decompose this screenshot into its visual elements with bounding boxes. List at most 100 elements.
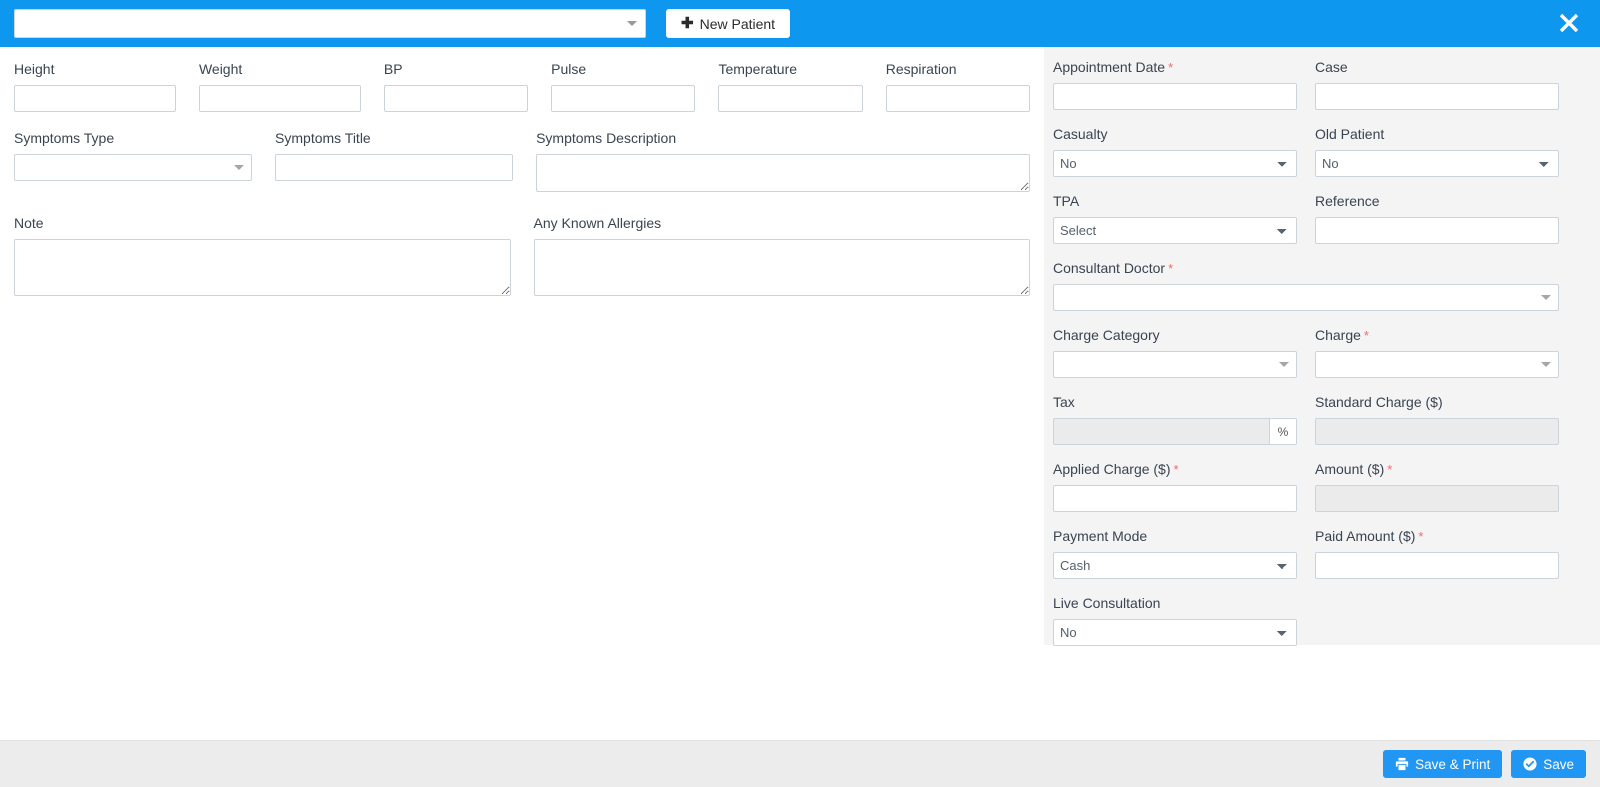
label-charge-text: Charge	[1315, 327, 1361, 343]
label-respiration: Respiration	[886, 61, 1030, 78]
old-patient-select[interactable]: No	[1315, 150, 1559, 177]
appointment-modal: ✚ New Patient Height Weight B	[0, 0, 1600, 787]
label-amount: Amount ($)*	[1315, 461, 1559, 478]
modal-footer: Save & Print Save	[0, 740, 1600, 787]
field-group-charge-category: Charge Category	[1053, 327, 1297, 378]
case-input[interactable]	[1315, 83, 1559, 110]
label-consultant-doctor: Consultant Doctor*	[1053, 260, 1559, 277]
label-live-consultation: Live Consultation	[1053, 595, 1297, 612]
field-group-standard-charge: Standard Charge ($)	[1315, 394, 1559, 445]
label-appointment-date: Appointment Date*	[1053, 59, 1297, 76]
tax-input[interactable]	[1053, 418, 1269, 445]
bp-input[interactable]	[384, 85, 528, 112]
field-group-symptoms-title: Symptoms Title	[275, 130, 513, 197]
field-group-appointment-date: Appointment Date*	[1053, 59, 1297, 110]
applied-charge-input[interactable]	[1053, 485, 1297, 512]
tpa-select[interactable]: Select	[1053, 217, 1297, 244]
patient-search-select[interactable]	[14, 9, 646, 38]
label-old-patient: Old Patient	[1315, 126, 1559, 143]
field-group-consultant-doctor: Consultant Doctor*	[1053, 260, 1559, 311]
new-patient-label: New Patient	[700, 16, 775, 32]
symptoms-type-select[interactable]	[14, 154, 252, 181]
close-button[interactable]	[1554, 8, 1584, 38]
field-group-old-patient: Old Patient No	[1315, 126, 1559, 177]
save-and-print-label: Save & Print	[1415, 757, 1490, 772]
field-group-amount: Amount ($)*	[1315, 461, 1559, 512]
billing-pane: Appointment Date* Case Casualty No Old P…	[1044, 47, 1600, 645]
field-group-temperature: Temperature	[718, 61, 862, 112]
label-charge: Charge*	[1315, 327, 1559, 344]
label-charge-category: Charge Category	[1053, 327, 1297, 344]
payment-mode-select[interactable]: Cash	[1053, 552, 1297, 579]
field-group-casualty: Casualty No	[1053, 126, 1297, 177]
label-casualty: Casualty	[1053, 126, 1297, 143]
field-group-pulse: Pulse	[551, 61, 695, 112]
label-paid-amount-text: Paid Amount ($)	[1315, 528, 1415, 544]
label-case: Case	[1315, 59, 1559, 76]
check-circle-icon	[1523, 757, 1537, 771]
paid-amount-input[interactable]	[1315, 552, 1559, 579]
spacer-cell	[1315, 595, 1559, 646]
label-amount-text: Amount ($)	[1315, 461, 1384, 477]
modal-header: ✚ New Patient	[0, 0, 1600, 47]
field-group-case: Case	[1315, 59, 1559, 110]
casualty-select[interactable]: No	[1053, 150, 1297, 177]
save-and-print-button[interactable]: Save & Print	[1383, 750, 1502, 778]
field-group-payment-mode: Payment Mode Cash	[1053, 528, 1297, 579]
charge-select[interactable]	[1315, 351, 1559, 378]
label-standard-charge: Standard Charge ($)	[1315, 394, 1559, 411]
label-applied-charge: Applied Charge ($)*	[1053, 461, 1297, 478]
label-paid-amount: Paid Amount ($)*	[1315, 528, 1559, 545]
required-marker: *	[1384, 462, 1392, 477]
field-group-symptoms-type: Symptoms Type	[14, 130, 252, 197]
consultant-doctor-select[interactable]	[1053, 284, 1559, 311]
caret-down-icon	[1534, 295, 1558, 300]
chevron-down-icon	[619, 10, 645, 37]
temperature-input[interactable]	[718, 85, 862, 112]
close-icon	[1558, 12, 1580, 34]
vitals-pane: Height Weight BP Pulse Temperature	[0, 47, 1044, 301]
new-patient-button[interactable]: ✚ New Patient	[666, 9, 790, 38]
note-allergy-row: Note Any Known Allergies	[14, 215, 1030, 301]
symptoms-description-textarea[interactable]	[536, 154, 1030, 192]
field-group-weight: Weight	[199, 61, 361, 112]
required-marker: *	[1165, 60, 1173, 75]
note-textarea[interactable]	[14, 239, 511, 296]
label-allergies: Any Known Allergies	[534, 215, 1031, 232]
caret-down-icon	[1272, 362, 1296, 367]
label-height: Height	[14, 61, 176, 78]
required-marker: *	[1171, 462, 1179, 477]
standard-charge-input	[1315, 418, 1559, 445]
caret-down-icon	[227, 165, 251, 170]
weight-input[interactable]	[199, 85, 361, 112]
label-bp: BP	[384, 61, 528, 78]
label-note: Note	[14, 215, 511, 232]
label-tax: Tax	[1053, 394, 1297, 411]
vitals-row: Height Weight BP Pulse Temperature	[14, 61, 1030, 112]
field-group-note: Note	[14, 215, 511, 301]
charge-category-select[interactable]	[1053, 351, 1297, 378]
appointment-date-input[interactable]	[1053, 83, 1297, 110]
symptoms-title-input[interactable]	[275, 154, 513, 181]
field-group-paid-amount: Paid Amount ($)*	[1315, 528, 1559, 579]
percent-addon: %	[1269, 418, 1297, 445]
reference-input[interactable]	[1315, 217, 1559, 244]
field-group-charge: Charge*	[1315, 327, 1559, 378]
respiration-input[interactable]	[886, 85, 1030, 112]
field-group-symptoms-description: Symptoms Description	[536, 130, 1030, 197]
allergies-textarea[interactable]	[534, 239, 1031, 296]
field-group-reference: Reference	[1315, 193, 1559, 244]
field-group-tpa: TPA Select	[1053, 193, 1297, 244]
save-button[interactable]: Save	[1511, 750, 1586, 778]
pulse-input[interactable]	[551, 85, 695, 112]
label-consultant-doctor-text: Consultant Doctor	[1053, 260, 1165, 276]
label-temperature: Temperature	[718, 61, 862, 78]
save-label: Save	[1543, 757, 1574, 772]
field-group-bp: BP	[384, 61, 528, 112]
live-consultation-select[interactable]: No	[1053, 619, 1297, 646]
field-group-applied-charge: Applied Charge ($)*	[1053, 461, 1297, 512]
symptoms-row: Symptoms Type Symptoms Title Symptoms De…	[14, 130, 1030, 197]
printer-icon	[1395, 757, 1409, 771]
required-marker: *	[1361, 328, 1369, 343]
height-input[interactable]	[14, 85, 176, 112]
